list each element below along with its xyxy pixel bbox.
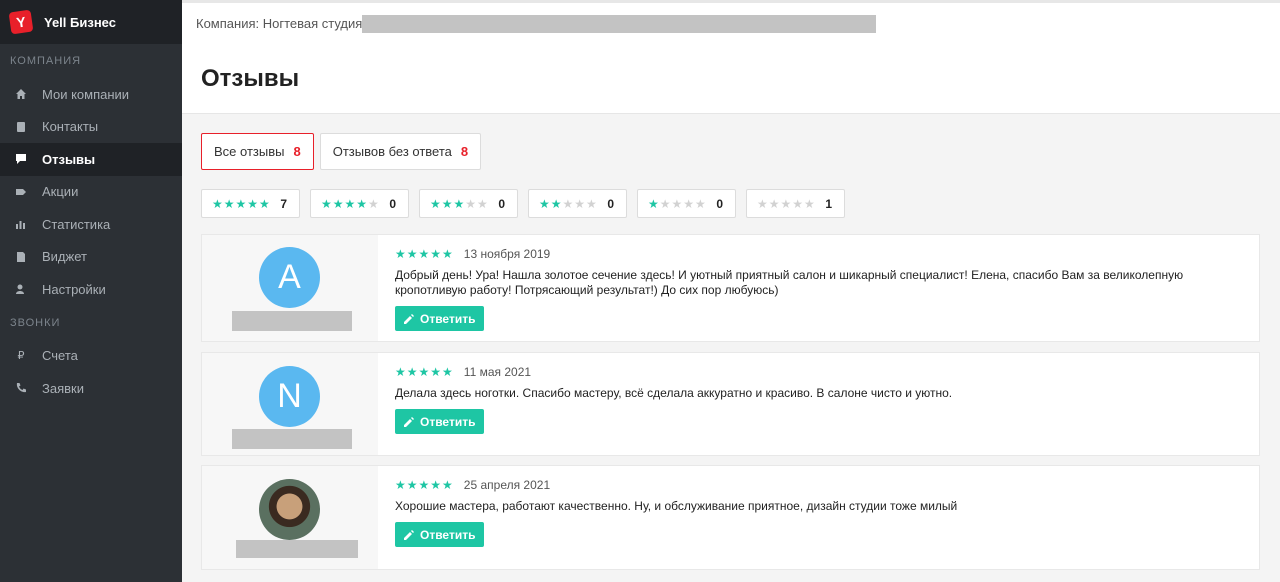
sidebar-item-statistics[interactable]: Статистика — [0, 208, 182, 241]
filter-4-stars[interactable]: ★★★★★ 0 — [310, 189, 409, 218]
tab-label: Все отзывы — [214, 144, 285, 159]
review-date: 25 апреля 2021 — [463, 478, 551, 492]
review-text: Делала здесь ноготки. Спасибо мастеру, в… — [395, 386, 953, 400]
sidebar-item-contacts[interactable]: Контакты — [0, 111, 182, 144]
company-bar: Компания: Ногтевая студия — [182, 0, 1280, 44]
tab-count: 8 — [460, 144, 469, 159]
reply-label: Ответить — [420, 414, 476, 429]
filter-2-stars[interactable]: ★★★★★ 0 — [528, 189, 627, 218]
sidebar-item-label: Статистика — [42, 216, 111, 232]
reply-label: Ответить — [420, 527, 476, 542]
pencil-icon — [404, 416, 414, 427]
sidebar-item-reviews[interactable]: Отзывы — [0, 143, 182, 176]
review-body: ★★★★★ 13 ноября 2019 Добрый день! Ура! Н… — [378, 235, 1259, 341]
settings-icon — [14, 282, 28, 296]
yell-logo-icon: Y — [8, 9, 34, 35]
tag-icon — [14, 185, 28, 199]
star-rating-icon: ★★★★★ — [430, 196, 489, 211]
sidebar-item-promotions[interactable]: Акции — [0, 176, 182, 209]
filter-count: 0 — [716, 196, 723, 211]
filter-count: 0 — [389, 196, 396, 211]
sidebar-item-label: Настройки — [42, 281, 106, 297]
widget-icon — [14, 250, 28, 264]
review-tabs: Все отзывы 8 Отзывов без ответа 8 — [201, 133, 487, 170]
review-date: 13 ноября 2019 — [463, 247, 551, 261]
sidebar-item-label: Мои компании — [42, 86, 130, 102]
filter-count: 0 — [607, 196, 614, 211]
sidebar-item-invoices[interactable]: ₽ Счета — [0, 340, 182, 373]
filter-3-stars[interactable]: ★★★★★ 0 — [419, 189, 518, 218]
review-text: Хорошие мастера, работают качественно. Н… — [395, 499, 958, 513]
filter-count: 0 — [498, 196, 505, 211]
star-rating-icon: ★★★★★ — [395, 478, 454, 492]
review-body: ★★★★★ 25 апреля 2021 Хорошие мастера, ра… — [378, 466, 1259, 569]
rating-filters: ★★★★★ 7 ★★★★★ 0 ★★★★★ 0 ★★★★★ 0 ★★★★★ 0 … — [201, 189, 855, 218]
tab-all-reviews[interactable]: Все отзывы 8 — [201, 133, 314, 170]
star-rating-icon: ★★★★★ — [648, 196, 707, 211]
company-name-redacted — [362, 14, 877, 33]
sidebar-item-my-companies[interactable]: Мои компании — [0, 78, 182, 111]
review-body: ★★★★★ 11 мая 2021 Делала здесь ноготки. … — [378, 353, 1259, 455]
review-author: A — [202, 235, 378, 341]
author-name-redacted — [232, 311, 352, 331]
filter-0-stars[interactable]: ★★★★★ 1 — [746, 189, 845, 218]
review-card: ★★★★★ 25 апреля 2021 Хорошие мастера, ра… — [201, 465, 1260, 570]
star-rating-icon: ★★★★★ — [395, 247, 454, 261]
tab-count: 8 — [293, 144, 301, 159]
star-rating-icon: ★★★★★ — [321, 196, 380, 211]
review-card: A ★★★★★ 13 ноября 2019 Добрый день! Ура!… — [201, 234, 1260, 342]
author-name-redacted — [232, 429, 352, 449]
filter-count: 7 — [280, 196, 287, 211]
star-rating-icon: ★★★★★ — [395, 365, 454, 379]
review-author: N — [202, 353, 378, 455]
reply-button[interactable]: Ответить — [395, 522, 485, 547]
phone-icon — [14, 381, 28, 395]
sidebar: Y Yell Бизнес Компания Мои компании Конт… — [0, 0, 182, 582]
sidebar-item-label: Заявки — [42, 380, 84, 396]
review-text: Добрый день! Ура! Нашла золотое сечение … — [395, 268, 1184, 297]
sidebar-item-label: Счета — [42, 348, 78, 364]
sidebar-item-label: Виджет — [42, 249, 87, 265]
main-content: Компания: Ногтевая студия Отзывы Все отз… — [182, 0, 1280, 582]
avatar: N — [259, 366, 320, 427]
pencil-icon — [404, 313, 414, 324]
brand[interactable]: Y Yell Бизнес — [0, 0, 182, 44]
ruble-icon: ₽ — [17, 350, 25, 363]
pencil-icon — [404, 529, 414, 540]
star-rating-icon: ★★★★★ — [757, 196, 816, 211]
contacts-icon — [14, 120, 28, 134]
chart-icon — [14, 217, 28, 231]
review-author — [202, 466, 378, 569]
sidebar-item-label: Акции — [42, 184, 79, 200]
section-company: Компания — [10, 55, 82, 67]
avatar: A — [259, 247, 320, 308]
page-title: Отзывы — [201, 64, 300, 92]
filter-1-star[interactable]: ★★★★★ 0 — [637, 189, 736, 218]
author-name-redacted — [236, 540, 358, 558]
company-label: Компания: Ногтевая студия — [196, 16, 363, 31]
tab-unanswered[interactable]: Отзывов без ответа 8 — [319, 133, 482, 170]
sidebar-item-settings[interactable]: Настройки — [0, 273, 182, 306]
review-card: N ★★★★★ 11 мая 2021 Делала здесь ноготки… — [201, 352, 1260, 456]
reply-button[interactable]: Ответить — [395, 409, 485, 434]
comment-icon — [14, 152, 28, 166]
avatar-photo — [259, 479, 320, 540]
reply-button[interactable]: Ответить — [395, 306, 485, 331]
review-date: 11 мая 2021 — [463, 365, 532, 379]
brand-name: Yell Бизнес — [44, 14, 116, 30]
page-header: Отзывы — [182, 44, 1280, 114]
star-rating-icon: ★★★★★ — [212, 196, 271, 211]
star-rating-icon: ★★★★★ — [539, 196, 598, 211]
sidebar-item-label: Контакты — [42, 119, 99, 135]
filter-5-stars[interactable]: ★★★★★ 7 — [201, 189, 300, 218]
filter-count: 1 — [825, 196, 832, 211]
tab-label: Отзывов без ответа — [332, 144, 452, 159]
sidebar-item-widget[interactable]: Виджет — [0, 241, 182, 274]
sidebar-item-label: Отзывы — [42, 151, 96, 167]
reply-label: Ответить — [420, 311, 476, 326]
home-icon — [14, 87, 28, 101]
sidebar-item-requests[interactable]: Заявки — [0, 372, 182, 405]
section-calls: Звонки — [10, 316, 61, 329]
